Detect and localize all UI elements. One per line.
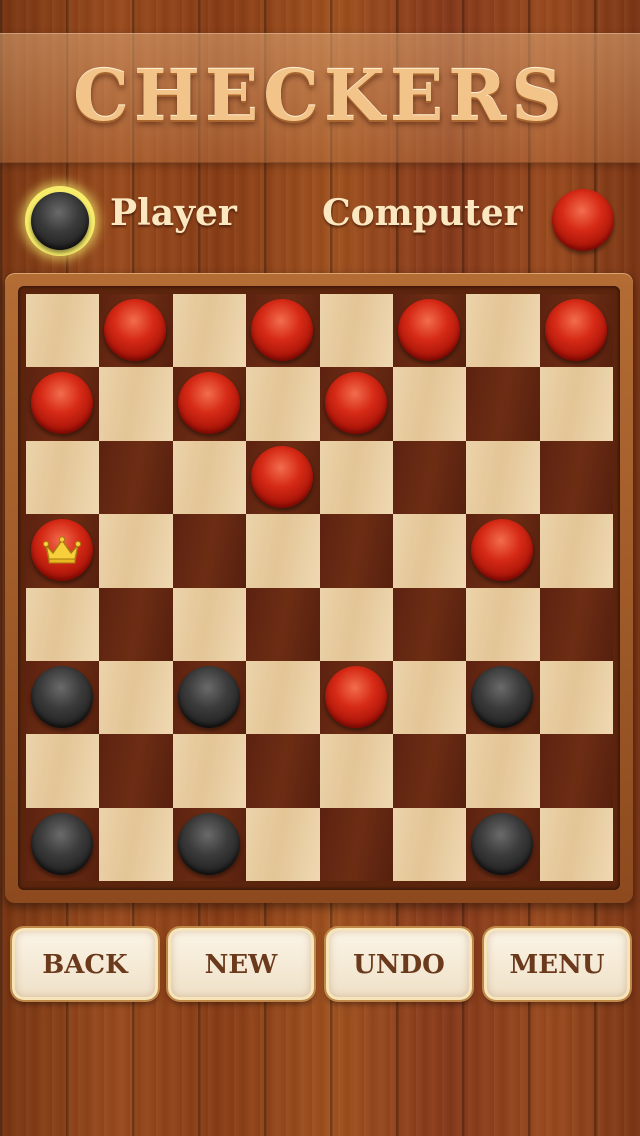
board-square[interactable] — [539, 440, 613, 515]
title-bar: CHECKERS — [0, 33, 640, 163]
back-button[interactable]: BACK — [12, 928, 158, 1000]
board-square[interactable] — [172, 734, 247, 808]
board-square[interactable] — [319, 807, 393, 881]
board-square[interactable] — [99, 294, 173, 368]
board-square[interactable] — [539, 734, 613, 808]
board-square[interactable] — [99, 734, 173, 808]
board-square[interactable] — [466, 367, 540, 441]
board-square[interactable] — [539, 367, 613, 441]
board-square[interactable] — [539, 660, 613, 735]
computer-label: Computer — [322, 192, 523, 234]
red-piece[interactable] — [31, 372, 93, 435]
board-square[interactable] — [392, 660, 467, 735]
game-title: CHECKERS — [73, 54, 567, 137]
board-square[interactable] — [392, 294, 467, 368]
board-square[interactable] — [466, 294, 540, 368]
board-square[interactable] — [319, 367, 393, 441]
red-piece[interactable] — [471, 519, 534, 582]
computer-piece-icon — [552, 189, 614, 251]
board-square[interactable] — [466, 514, 540, 588]
board-square[interactable] — [26, 294, 100, 368]
player-piece-icon — [31, 192, 89, 250]
board-square[interactable] — [466, 734, 540, 808]
board-square[interactable] — [172, 514, 247, 588]
undo-button[interactable]: UNDO — [326, 928, 472, 1000]
menu-button[interactable]: MENU — [484, 928, 630, 1000]
board-square[interactable] — [392, 587, 467, 661]
board-square[interactable] — [99, 660, 173, 735]
board-square[interactable] — [466, 440, 540, 515]
black-piece[interactable] — [31, 812, 93, 875]
red-piece[interactable] — [251, 299, 314, 361]
black-piece[interactable] — [177, 665, 240, 728]
board-square[interactable] — [319, 587, 393, 661]
board-square[interactable] — [172, 440, 247, 515]
player-label: Player — [110, 192, 237, 234]
board-square[interactable] — [319, 514, 393, 588]
board-square[interactable] — [172, 660, 247, 735]
board-square[interactable] — [246, 807, 320, 881]
board-square[interactable] — [246, 367, 320, 441]
board-square[interactable] — [246, 440, 320, 515]
board-square[interactable] — [539, 807, 613, 881]
red-piece[interactable] — [104, 299, 167, 361]
black-piece[interactable] — [177, 812, 240, 875]
board-square[interactable] — [246, 294, 320, 368]
board-square[interactable] — [26, 734, 100, 808]
red-piece[interactable] — [544, 299, 607, 361]
board-square[interactable] — [99, 440, 173, 515]
checkers-board[interactable] — [26, 294, 613, 881]
red-piece[interactable] — [397, 299, 460, 361]
black-piece[interactable] — [471, 665, 534, 728]
board-square[interactable] — [172, 587, 247, 661]
board-square[interactable] — [319, 734, 393, 808]
board-square[interactable] — [319, 660, 393, 735]
board-square[interactable] — [172, 294, 247, 368]
board-square[interactable] — [26, 660, 100, 735]
board-square[interactable] — [466, 587, 540, 661]
board-square[interactable] — [99, 514, 173, 588]
black-piece[interactable] — [31, 665, 93, 728]
crown-icon — [42, 536, 82, 564]
board-square[interactable] — [246, 734, 320, 808]
board-square[interactable] — [466, 807, 540, 881]
board-square[interactable] — [539, 514, 613, 588]
black-piece[interactable] — [471, 812, 534, 875]
board-square[interactable] — [99, 367, 173, 441]
red-king-piece[interactable] — [31, 519, 93, 582]
board-square[interactable] — [392, 807, 467, 881]
board-square[interactable] — [172, 367, 247, 441]
board-square[interactable] — [26, 514, 100, 588]
board-square[interactable] — [26, 587, 100, 661]
board-square[interactable] — [99, 587, 173, 661]
board-square[interactable] — [539, 294, 613, 368]
board-square[interactable] — [26, 367, 100, 441]
board-square[interactable] — [99, 807, 173, 881]
board-square[interactable] — [392, 440, 467, 515]
board-square[interactable] — [319, 294, 393, 368]
new-game-button[interactable]: NEW — [168, 928, 314, 1000]
board-square[interactable] — [246, 660, 320, 735]
board-square[interactable] — [172, 807, 247, 881]
red-piece[interactable] — [324, 372, 387, 435]
red-piece[interactable] — [177, 372, 240, 435]
board-square[interactable] — [246, 587, 320, 661]
board-square[interactable] — [392, 734, 467, 808]
board-square[interactable] — [466, 660, 540, 735]
board-square[interactable] — [392, 367, 467, 441]
board-square[interactable] — [392, 514, 467, 588]
red-piece[interactable] — [251, 445, 314, 508]
board-square[interactable] — [26, 807, 100, 881]
board-square[interactable] — [319, 440, 393, 515]
red-piece[interactable] — [324, 665, 387, 728]
board-square[interactable] — [539, 587, 613, 661]
board-square[interactable] — [26, 440, 100, 515]
board-square[interactable] — [246, 514, 320, 588]
